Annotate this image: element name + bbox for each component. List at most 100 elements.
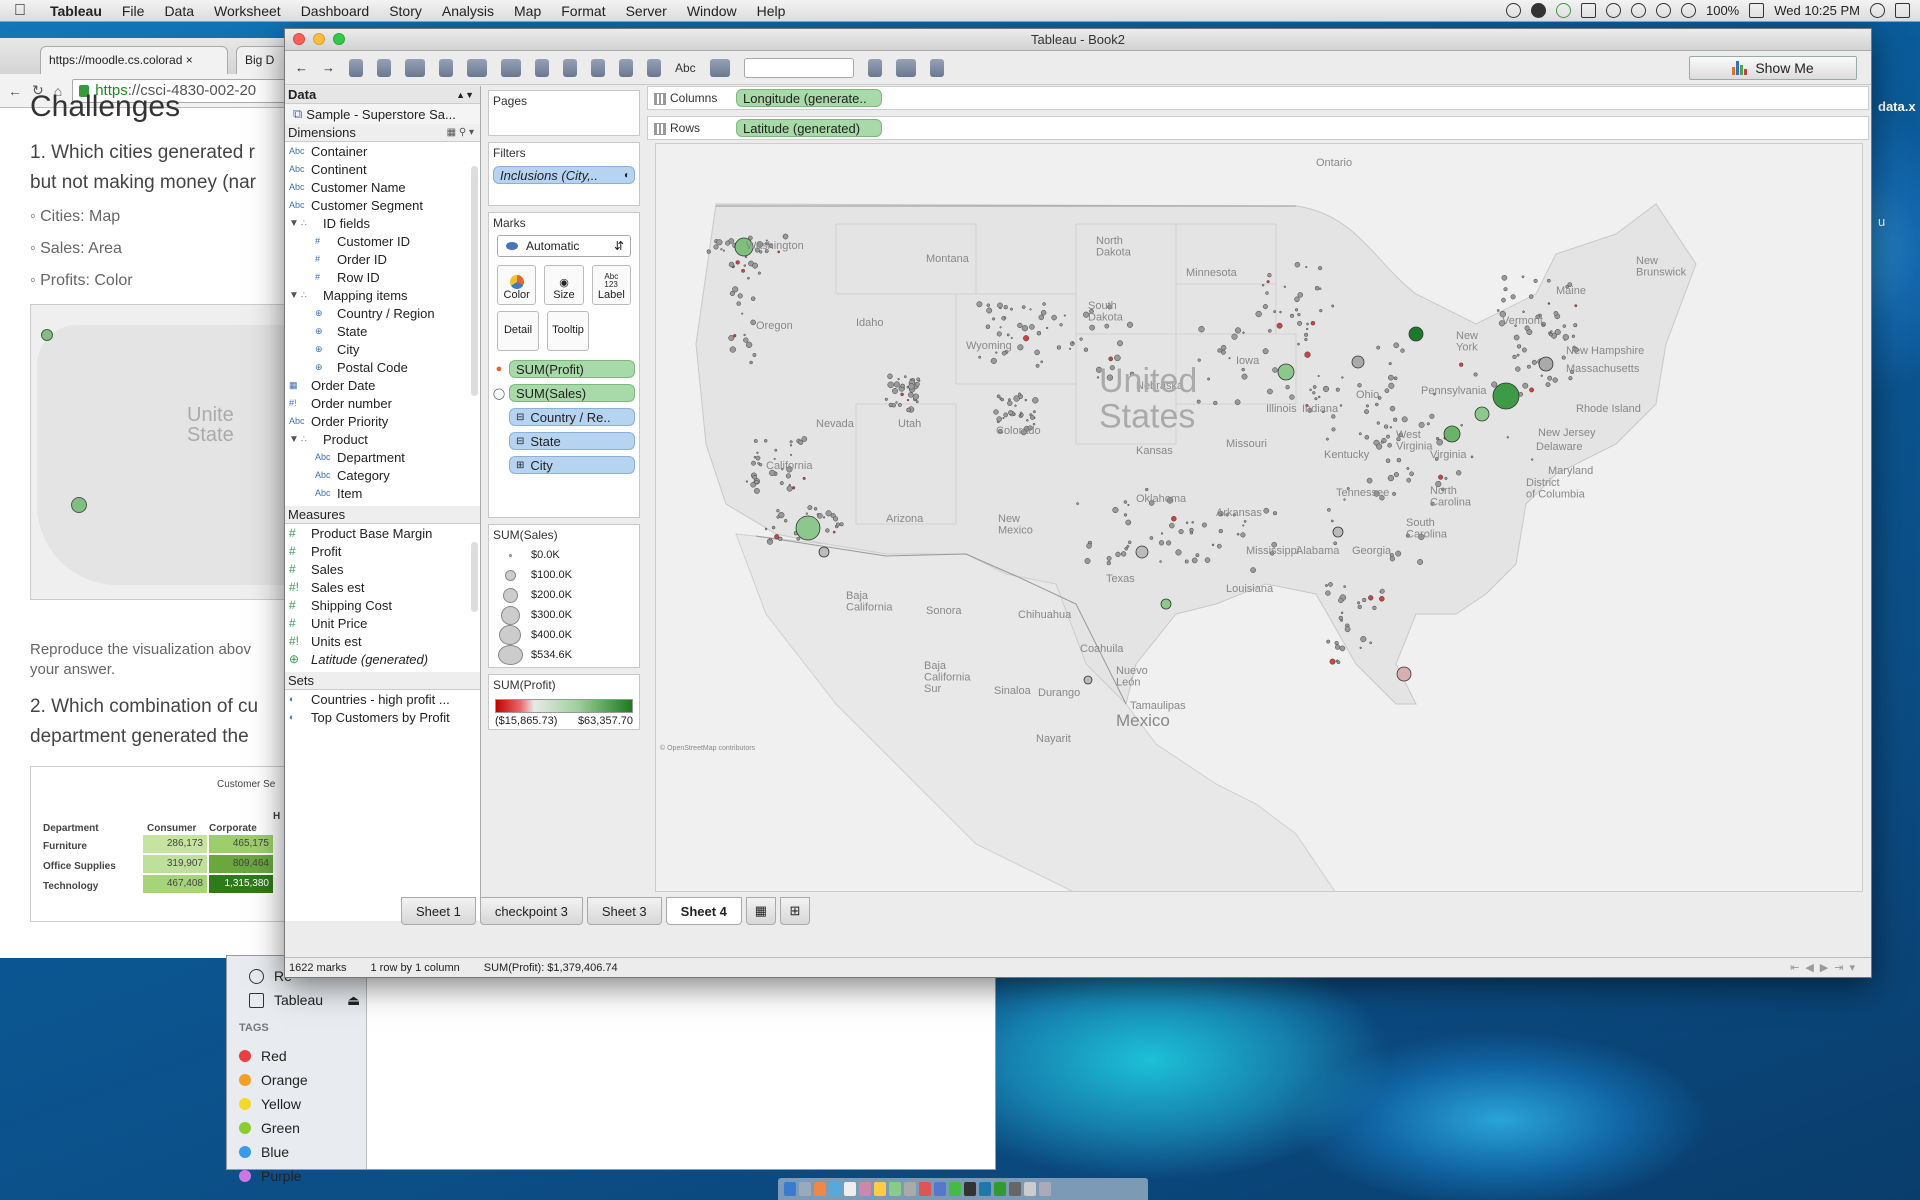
city-mark[interactable]: [976, 301, 983, 308]
measure-field[interactable]: #! Units est: [285, 632, 480, 650]
city-mark-large[interactable]: [1277, 363, 1295, 381]
city-mark[interactable]: [1389, 426, 1392, 429]
city-mark[interactable]: [1160, 532, 1164, 535]
city-mark[interactable]: [1334, 640, 1339, 646]
city-mark[interactable]: [1459, 362, 1464, 367]
city-mark[interactable]: [900, 392, 904, 397]
size-legend-item[interactable]: $400.0K: [489, 625, 639, 645]
dimension-field[interactable]: Abc Customer Segment: [285, 196, 480, 214]
city-mark[interactable]: [1228, 357, 1231, 360]
city-mark[interactable]: [750, 319, 756, 326]
city-mark[interactable]: [1242, 524, 1245, 527]
city-mark[interactable]: [1510, 294, 1516, 300]
size-legend-item[interactable]: $534.6K: [489, 645, 639, 665]
dimension-field[interactable]: ▦ Order Date: [285, 376, 480, 394]
city-mark[interactable]: [1379, 596, 1385, 602]
clear-sheet-icon[interactable]: [467, 58, 487, 77]
tag-red[interactable]: Red: [239, 1044, 366, 1068]
dimension-folder[interactable]: ▼ ∴ Product: [285, 430, 480, 448]
city-mark[interactable]: [1343, 585, 1347, 588]
size-legend-item[interactable]: $0.0K: [489, 545, 639, 565]
city-mark[interactable]: [1506, 436, 1509, 439]
city-mark[interactable]: [908, 383, 915, 390]
city-mark[interactable]: [757, 271, 761, 275]
city-mark[interactable]: [732, 286, 739, 293]
measure-field[interactable]: #! Sales est: [285, 578, 480, 596]
city-mark[interactable]: [1255, 310, 1262, 318]
measure-field[interactable]: # Profit: [285, 542, 480, 560]
launchpad-dock-icon[interactable]: [799, 1182, 811, 1196]
city-mark[interactable]: [1365, 404, 1369, 408]
city-mark[interactable]: [1393, 472, 1399, 478]
marks-pill-profit[interactable]: SUM(Profit): [509, 360, 635, 378]
wifi-icon[interactable]: [1655, 3, 1671, 18]
city-mark[interactable]: [1306, 322, 1309, 326]
city-mark[interactable]: [1196, 399, 1201, 404]
city-mark[interactable]: [1294, 261, 1301, 268]
sort-ascending-icon[interactable]: [591, 58, 605, 77]
city-mark[interactable]: [1032, 397, 1039, 404]
city-mark[interactable]: [1297, 320, 1303, 326]
city-mark[interactable]: [1388, 362, 1392, 366]
city-mark[interactable]: [1185, 521, 1189, 524]
city-mark[interactable]: [1531, 458, 1534, 461]
city-mark[interactable]: [813, 507, 818, 511]
city-mark[interactable]: [1473, 372, 1478, 377]
city-mark[interactable]: [1338, 615, 1343, 621]
city-mark[interactable]: [1304, 337, 1308, 342]
city-mark[interactable]: [1357, 604, 1362, 610]
finder-dock-icon[interactable]: [784, 1182, 796, 1196]
city-mark[interactable]: [1388, 374, 1394, 381]
city-mark[interactable]: [1045, 326, 1049, 330]
city-mark[interactable]: [1279, 310, 1282, 314]
city-mark[interactable]: [1035, 363, 1040, 368]
city-mark[interactable]: [1358, 432, 1362, 436]
city-mark[interactable]: [1056, 345, 1062, 350]
battery-icon[interactable]: [1749, 3, 1765, 18]
city-mark[interactable]: [1550, 330, 1553, 333]
tag-purple[interactable]: Purple: [239, 1164, 366, 1188]
dimension-field[interactable]: Abc Department: [285, 448, 480, 466]
city-mark[interactable]: [1127, 540, 1132, 545]
city-mark[interactable]: [1562, 324, 1567, 328]
city-mark[interactable]: [1406, 467, 1410, 470]
size-legend-item[interactable]: $100.0K: [489, 565, 639, 585]
city-mark[interactable]: [1376, 443, 1383, 450]
city-mark[interactable]: [822, 516, 826, 519]
city-mark[interactable]: [1526, 364, 1531, 369]
city-mark[interactable]: [1040, 360, 1044, 364]
city-mark[interactable]: [1069, 347, 1072, 350]
back-arrow-icon[interactable]: ←: [295, 60, 308, 75]
city-mark[interactable]: [1553, 310, 1559, 316]
folder-toggle-icon[interactable]: ▼: [289, 434, 301, 445]
city-mark[interactable]: [1266, 280, 1270, 284]
city-mark[interactable]: [786, 485, 793, 492]
city-mark[interactable]: [1522, 310, 1525, 314]
tag-orange[interactable]: Orange: [239, 1068, 366, 1092]
city-mark[interactable]: [1240, 532, 1246, 538]
city-mark[interactable]: [1004, 316, 1007, 319]
city-mark[interactable]: [1242, 331, 1245, 334]
excel-dock-icon[interactable]: [994, 1182, 1006, 1196]
city-mark[interactable]: [1340, 611, 1344, 615]
city-mark[interactable]: [1191, 521, 1194, 524]
city-mark[interactable]: [1283, 285, 1286, 288]
size-legend-item[interactable]: $200.0K: [489, 585, 639, 605]
city-mark[interactable]: [1406, 477, 1412, 483]
city-mark[interactable]: [1250, 567, 1256, 573]
city-mark-large[interactable]: [1135, 545, 1149, 559]
city-mark[interactable]: [755, 455, 761, 461]
new-datasource-icon[interactable]: [377, 58, 391, 77]
menu-app-name[interactable]: Tableau: [40, 3, 112, 19]
city-mark[interactable]: [1360, 636, 1367, 643]
city-mark[interactable]: [1418, 421, 1425, 428]
city-mark[interactable]: [791, 486, 796, 490]
dimension-field[interactable]: # Row ID: [285, 268, 480, 286]
city-mark[interactable]: [789, 440, 793, 444]
city-mark[interactable]: [1387, 474, 1395, 482]
city-mark[interactable]: [805, 512, 808, 515]
city-mark[interactable]: [753, 439, 758, 443]
city-mark[interactable]: [1341, 376, 1344, 379]
city-mark[interactable]: [1552, 377, 1558, 383]
city-mark[interactable]: [1429, 413, 1435, 419]
